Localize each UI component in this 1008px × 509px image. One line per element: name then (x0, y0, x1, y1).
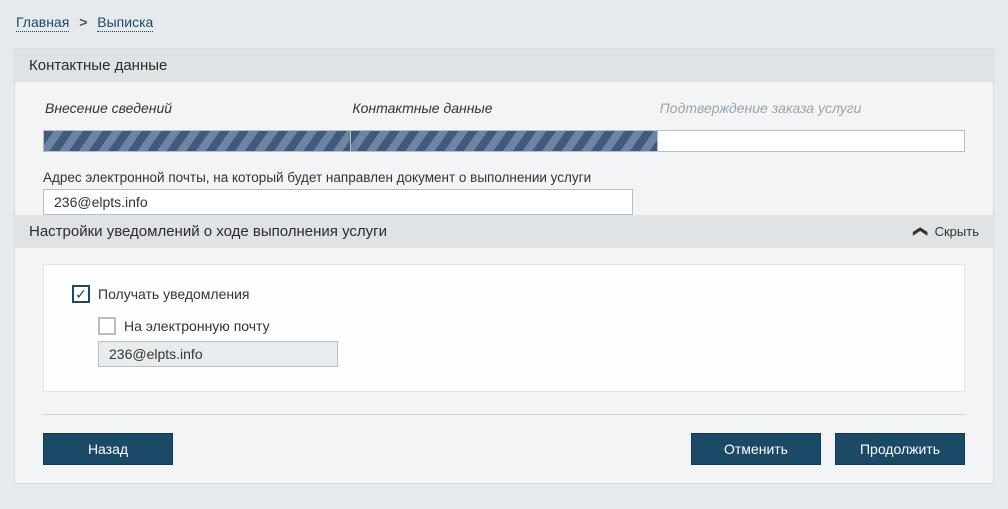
receive-notifications-label: Получать уведомления (98, 286, 250, 302)
progress-seg-2 (351, 131, 658, 151)
step-2-label: Контактные данные (350, 96, 657, 124)
step-3-label: Подтверждение заказа услуги (658, 96, 965, 124)
notify-email-input[interactable] (98, 341, 338, 367)
divider (43, 414, 965, 415)
section-toggle[interactable]: ❮ Скрыть (915, 223, 979, 240)
email-input[interactable] (43, 189, 633, 215)
continue-button[interactable]: Продолжить (835, 433, 965, 465)
breadcrumb-separator-icon: > (79, 14, 87, 30)
card-title: Контактные данные (15, 49, 993, 82)
action-bar: Назад Отменить Продолжить (43, 433, 965, 465)
notification-section-header: Настройки уведомлений о ходе выполнения … (15, 215, 993, 248)
step-1-label: Внесение сведений (43, 96, 350, 124)
wizard-progress (43, 130, 965, 152)
email-field-label: Адрес электронной почты, на который буде… (43, 170, 965, 185)
contact-card: Контактные данные Внесение сведений Конт… (14, 48, 994, 484)
to-email-label: На электронную почту (124, 318, 270, 334)
breadcrumb-current-link[interactable]: Выписка (97, 14, 153, 32)
back-button[interactable]: Назад (43, 433, 173, 465)
progress-seg-3 (658, 131, 964, 151)
breadcrumb-home-link[interactable]: Главная (16, 14, 69, 32)
to-email-checkbox[interactable] (98, 317, 116, 335)
notification-section-body: ✓ Получать уведомления На электронную по… (43, 264, 965, 392)
toggle-label: Скрыть (935, 224, 979, 239)
progress-seg-1 (44, 131, 351, 151)
cancel-button[interactable]: Отменить (691, 433, 821, 465)
receive-notifications-checkbox[interactable]: ✓ (72, 285, 90, 303)
breadcrumb: Главная > Выписка (14, 10, 994, 38)
chevron-up-icon: ❮ (912, 226, 929, 238)
wizard-steps: Внесение сведений Контактные данные Подт… (43, 96, 965, 124)
notification-section-title: Настройки уведомлений о ходе выполнения … (29, 223, 387, 240)
